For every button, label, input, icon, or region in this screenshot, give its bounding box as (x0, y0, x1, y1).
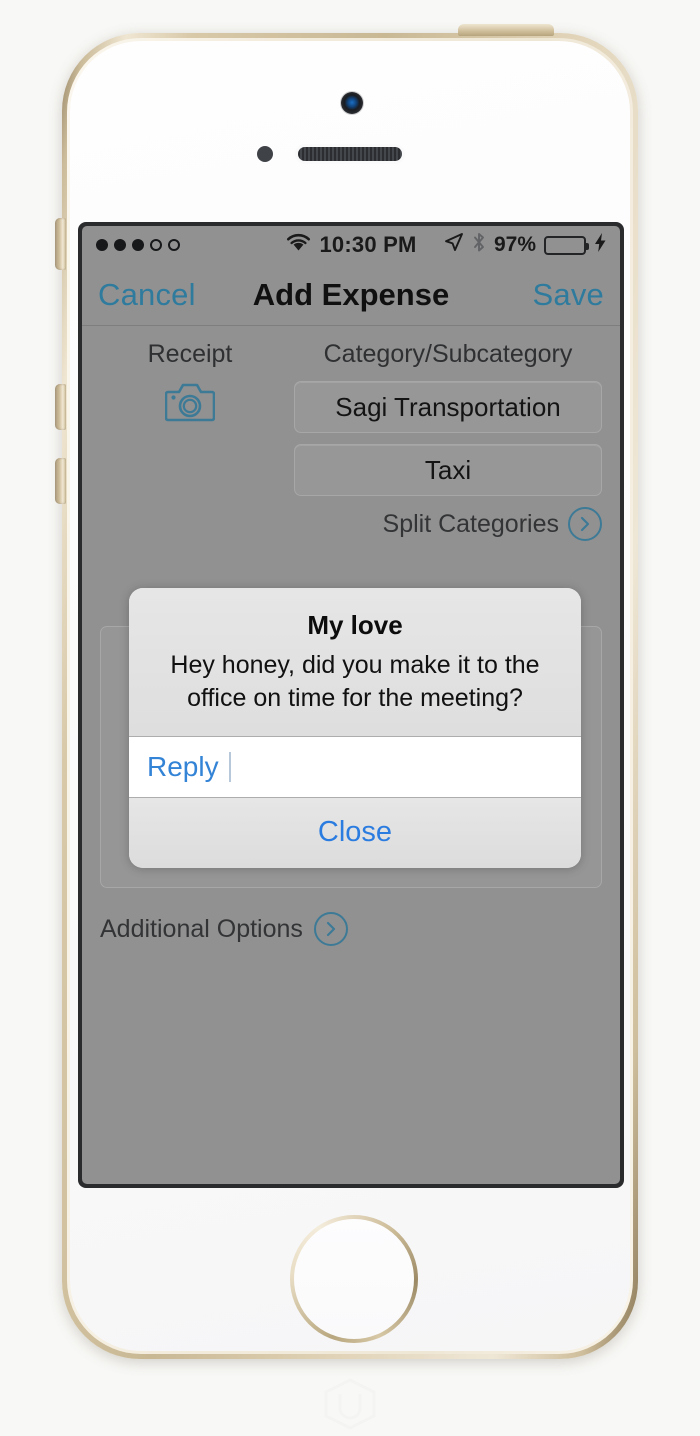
dialog-message: Hey honey, did you make it to the office… (170, 651, 540, 713)
text-caret (228, 751, 231, 782)
message-dialog: My love Hey honey, did you make it to th… (129, 588, 581, 868)
dialog-header: My love Hey honey, did you make it to th… (129, 588, 581, 736)
mute-switch[interactable] (55, 218, 66, 270)
earpiece-speaker-icon (298, 147, 402, 161)
power-button[interactable] (458, 24, 554, 36)
screen-bezel: 10:30 PM 97% Cancel Add Expense Save Rec… (78, 222, 624, 1188)
volume-up-button[interactable] (55, 384, 66, 430)
proximity-sensor-icon (257, 146, 273, 162)
home-button[interactable] (290, 1215, 418, 1343)
close-button[interactable]: Close (129, 797, 581, 868)
phone-screen: 10:30 PM 97% Cancel Add Expense Save Rec… (82, 226, 620, 1184)
dialog-title: My love (307, 610, 403, 640)
reply-input-text: Reply (147, 750, 219, 782)
watermark-logo (322, 1378, 378, 1430)
reply-input[interactable]: Reply (129, 735, 581, 798)
front-camera-icon (341, 92, 363, 114)
volume-down-button[interactable] (55, 458, 66, 504)
phone-stage: 10:30 PM 97% Cancel Add Expense Save Rec… (0, 0, 700, 1436)
